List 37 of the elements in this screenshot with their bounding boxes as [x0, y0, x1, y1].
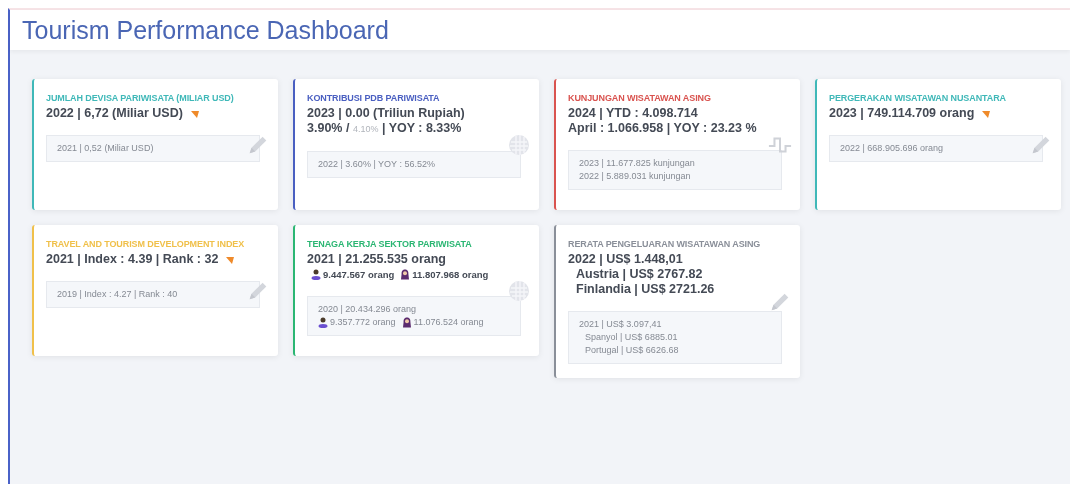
dashboard-title: Tourism Performance Dashboard — [22, 16, 390, 44]
male-count: 9.357.772 orang — [330, 316, 396, 329]
value-text: Finlandia | US$ 2721.26 — [576, 282, 715, 297]
value-text: Portugal | US$ 6626.68 — [585, 344, 679, 357]
card-title: KUNJUNGAN WISATAWAN ASING — [568, 93, 712, 104]
value-text: 2021 | 21.255.535 orang — [307, 252, 446, 267]
male-count: 9.447.567 orang — [323, 268, 395, 282]
card-title: TENAGA KERJA SEKTOR PARIWISATA — [307, 239, 473, 250]
value-text: 2022 | US$ 1.448,01 — [568, 252, 683, 267]
value-text: 2023 | 0.00 (Triliun Rupiah) — [307, 106, 465, 121]
value-text: April : 1.066.958 | YOY : 23.23 % — [568, 121, 757, 136]
value-text: Austria | US$ 2767.82 — [576, 267, 703, 282]
card-title: PERGERAKAN WISATAWAN NUSANTARA — [829, 93, 1007, 104]
female-count: 11.076.524 orang — [413, 316, 484, 329]
female-count: 11.807.968 orang — [412, 268, 489, 282]
woman-icon — [401, 317, 412, 328]
value-text: 2021 | Index : 4.39 | Rank : 32 — [46, 252, 219, 267]
card-title: JUMLAH DEVISA PARIWISATA (MILIAR USD) — [46, 93, 235, 104]
value-text: 2023 | 11.677.825 kunjungan — [579, 157, 695, 170]
value-text: 2020 | 20.434.296 orang — [318, 303, 416, 316]
card-title: TRAVEL AND TOURISM DEVELOPMENT INDEX — [46, 239, 246, 250]
value-text: 2021 | 0,52 (Miliar USD) — [57, 142, 154, 155]
value-text: 2021 | US$ 3.097,41 — [579, 318, 662, 331]
value-text: 2019 | Index : 4.27 | Rank : 40 — [57, 288, 178, 301]
value-text: 2023 | 749.114.709 orang — [829, 106, 975, 121]
card-title: RERATA PENGELUARAN WISATAWAN ASING — [568, 239, 762, 250]
value-text: 2022 | 668.905.696 orang — [840, 142, 943, 155]
value-text: 2022 | 6,72 (Miliar USD) — [46, 106, 183, 121]
woman-icon — [400, 269, 411, 280]
value-text: Spanyol | US$ 6885.01 — [585, 331, 678, 344]
value-text: 3.90% / 4.10% | YOY : 8.33% — [307, 121, 462, 137]
man-icon — [311, 269, 321, 280]
value-text: 2024 | YTD : 4.098.714 — [568, 106, 698, 121]
man-icon — [318, 317, 328, 328]
value-text: 2022 | 5.889.031 kunjungan — [579, 170, 691, 183]
value-text: 2022 | 3.60% | YOY : 56.52% — [318, 158, 435, 171]
card-title: KONTRIBUSI PDB PARIWISATA — [307, 93, 441, 104]
